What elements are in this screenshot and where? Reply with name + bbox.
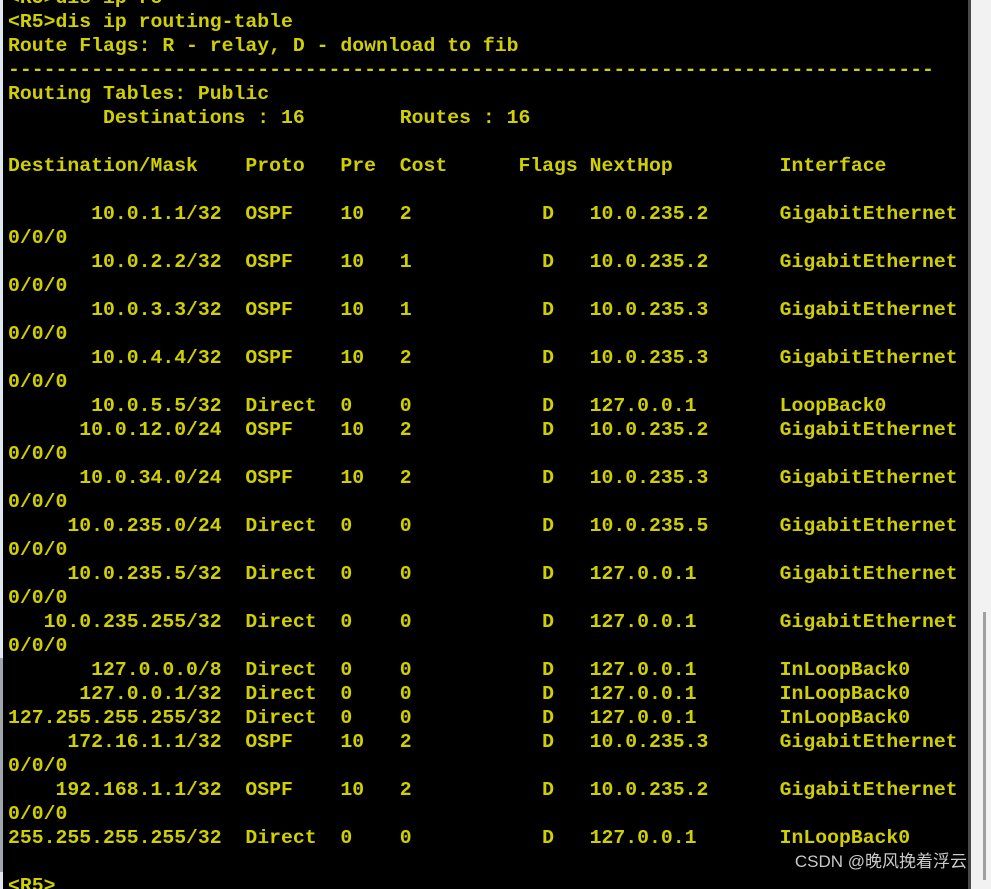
- left-scrollbar-thumb[interactable]: [0, 658, 3, 872]
- csdn-watermark: CSDN @晚风挽着浮云: [794, 852, 967, 871]
- right-scrollbar-track[interactable]: [971, 0, 991, 889]
- right-scrollbar-thumb[interactable]: [983, 612, 986, 880]
- left-scrollbar-track[interactable]: [0, 0, 3, 889]
- terminal-output: <R5>dis ip ro <R5>dis ip routing-table R…: [8, 0, 958, 889]
- terminal-screen: <R5>dis ip ro <R5>dis ip routing-table R…: [0, 0, 991, 889]
